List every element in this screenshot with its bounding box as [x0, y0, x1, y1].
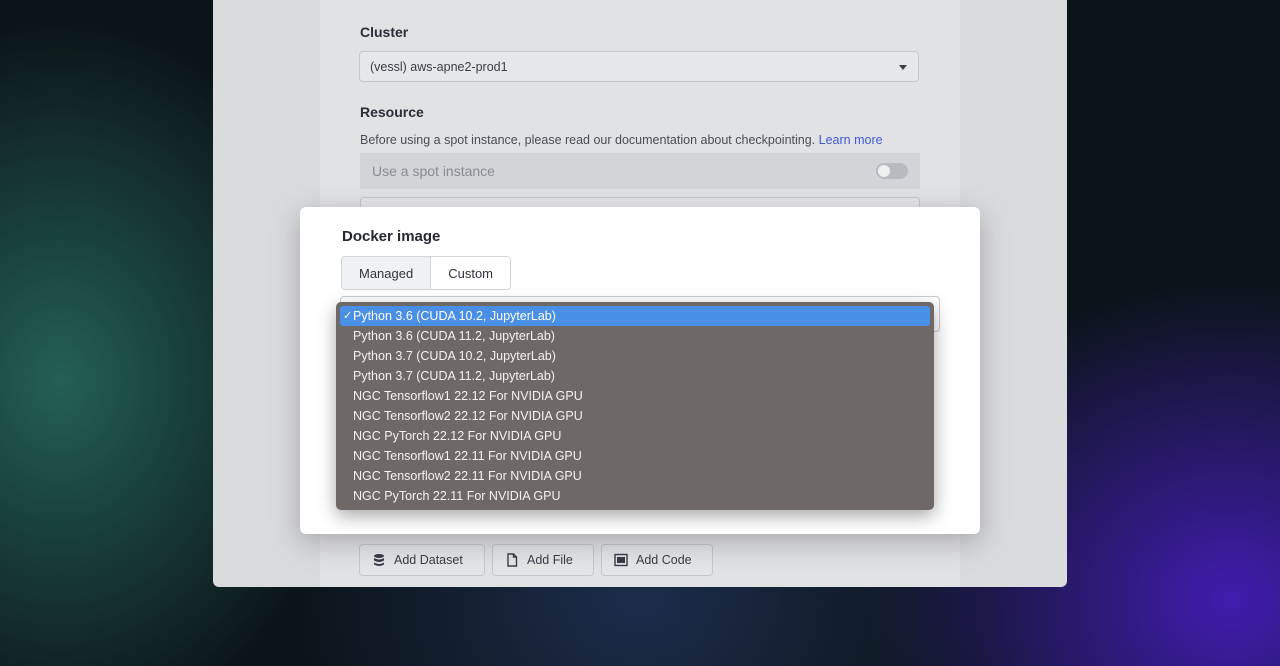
- add-file-button[interactable]: Add File: [492, 544, 594, 576]
- resource-note: Before using a spot instance, please rea…: [360, 133, 883, 147]
- spot-instance-row: Use a spot instance: [360, 153, 920, 189]
- dropdown-option[interactable]: NGC Tensorflow1 22.12 For NVIDIA GPU: [340, 386, 930, 406]
- checkmark-icon: ✓: [343, 310, 353, 322]
- database-icon: [374, 554, 384, 566]
- add-dataset-label: Add Dataset: [394, 553, 463, 567]
- dropdown-option[interactable]: NGC PyTorch 22.11 For NVIDIA GPU: [340, 486, 930, 506]
- tab-custom[interactable]: Custom: [431, 257, 511, 289]
- docker-image-dropdown: ✓ Python 3.6 (CUDA 10.2, JupyterLab) Pyt…: [336, 302, 934, 510]
- caret-down-icon: [899, 65, 907, 70]
- toggle-knob: [878, 165, 890, 177]
- add-dataset-button[interactable]: Add Dataset: [359, 544, 485, 576]
- add-code-label: Add Code: [636, 553, 692, 567]
- dropdown-option[interactable]: NGC PyTorch 22.12 For NVIDIA GPU: [340, 426, 930, 446]
- add-file-label: Add File: [527, 553, 573, 567]
- dropdown-option[interactable]: Python 3.6 (CUDA 11.2, JupyterLab): [340, 326, 930, 346]
- resource-label: Resource: [360, 104, 424, 120]
- dropdown-option[interactable]: NGC Tensorflow2 22.12 For NVIDIA GPU: [340, 406, 930, 426]
- dropdown-option[interactable]: Python 3.7 (CUDA 11.2, JupyterLab): [340, 366, 930, 386]
- image-type-tabs: Managed Custom: [341, 256, 512, 290]
- docker-image-title: Docker image: [342, 228, 441, 245]
- add-code-button[interactable]: Add Code: [601, 544, 713, 576]
- dropdown-option[interactable]: ✓ Python 3.6 (CUDA 10.2, JupyterLab): [340, 306, 930, 326]
- dropdown-option[interactable]: NGC Tensorflow1 22.11 For NVIDIA GPU: [340, 446, 930, 466]
- spot-instance-label: Use a spot instance: [372, 163, 495, 179]
- code-window-icon: [614, 553, 628, 567]
- learn-more-link[interactable]: Learn more: [819, 133, 883, 147]
- cluster-select-value: (vessl) aws-apne2-prod1: [370, 60, 508, 74]
- resource-note-text: Before using a spot instance, please rea…: [360, 133, 816, 147]
- cluster-label: Cluster: [360, 24, 409, 40]
- spot-instance-toggle[interactable]: [876, 163, 908, 179]
- cluster-select[interactable]: (vessl) aws-apne2-prod1: [359, 51, 919, 82]
- dropdown-option[interactable]: NGC Tensorflow2 22.11 For NVIDIA GPU: [340, 466, 930, 486]
- file-icon: [507, 553, 518, 567]
- tab-managed[interactable]: Managed: [342, 257, 432, 289]
- dropdown-option[interactable]: Python 3.7 (CUDA 10.2, JupyterLab): [340, 346, 930, 366]
